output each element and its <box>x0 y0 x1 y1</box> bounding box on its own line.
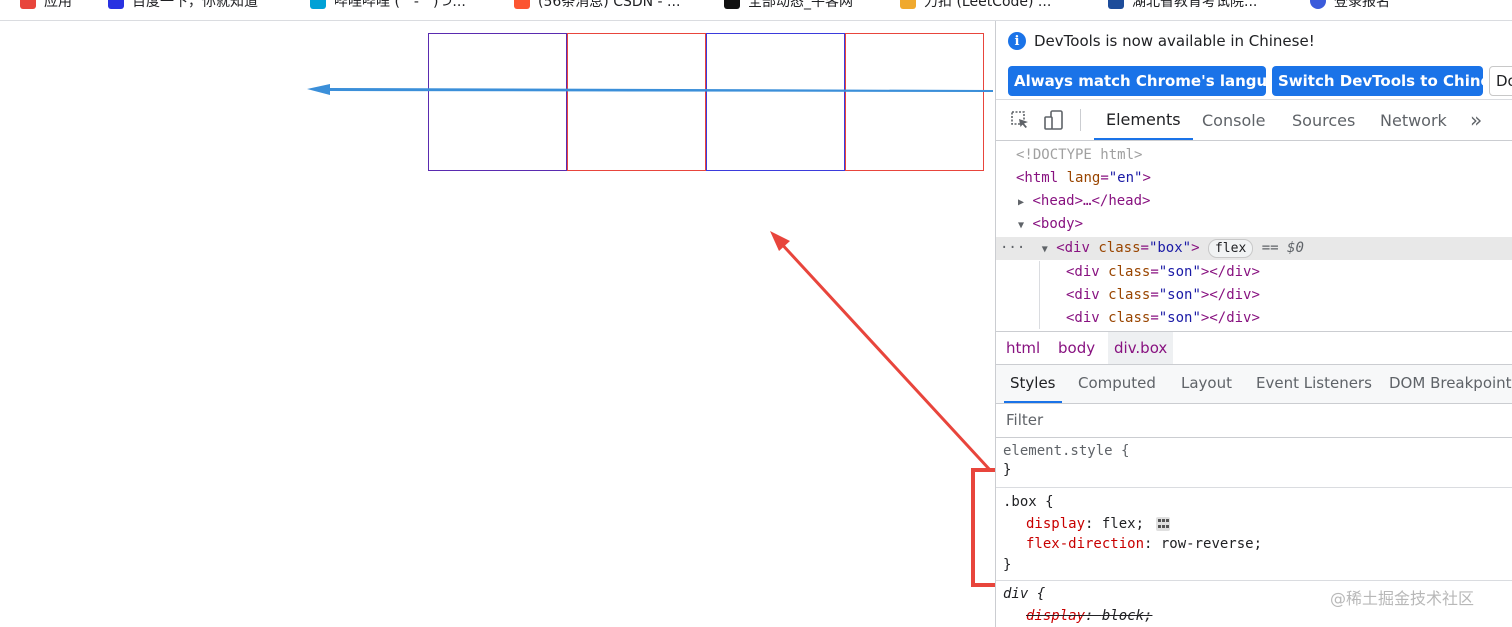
son-box-3 <box>567 33 706 171</box>
devtools-tabs: Elements Console Sources Network » <box>996 100 1512 141</box>
leetcode-icon <box>900 0 916 9</box>
csdn-icon <box>514 0 530 9</box>
bookmark-apps[interactable]: 应用 <box>20 0 72 11</box>
language-infobar: i DevTools is now available in Chinese! … <box>996 21 1512 100</box>
flex-badge[interactable]: flex <box>1207 239 1254 258</box>
info-icon: i <box>1008 32 1026 50</box>
dom-html[interactable]: <html lang="en"> <box>1016 167 1512 190</box>
tab-console[interactable]: Console <box>1202 100 1266 140</box>
nowcoder-icon <box>724 0 740 9</box>
crumb-html[interactable]: html <box>1000 332 1046 364</box>
div-rule-selector[interactable]: div { <box>1003 584 1045 604</box>
element-style-rule[interactable]: element.style { <box>1003 441 1129 461</box>
breadcrumb: html body div.box <box>996 332 1512 365</box>
dom-div-box-selected[interactable]: ··· ▼ <div class="box"> flex == $0 <box>996 237 1512 260</box>
bookmark-register[interactable]: 登录报名 <box>1310 0 1390 11</box>
flexbox-editor-icon[interactable] <box>1156 517 1171 531</box>
bookmark-csdn[interactable]: (56条消息) CSDN - ... <box>514 0 680 11</box>
watermark: @稀土掘金技术社区 <box>1330 589 1475 608</box>
crumb-div-box[interactable]: div.box <box>1108 332 1174 364</box>
bookmark-baidu[interactable]: 百度一下，你就知道 <box>108 0 258 11</box>
tab-elements[interactable]: Elements <box>1094 100 1193 140</box>
flex-box <box>428 33 984 171</box>
subtab-dom-breakpoints[interactable]: DOM Breakpoints <box>1389 365 1512 403</box>
indent-guide <box>1039 261 1040 329</box>
subtab-styles[interactable]: Styles <box>1004 365 1062 403</box>
dom-body[interactable]: ▼ <body> <box>1018 213 1512 236</box>
dom-div-son[interactable]: <div class="son"></div> <box>1066 284 1512 307</box>
bookmark-nowcoder[interactable]: 全部动态_牛客网 <box>724 0 853 11</box>
box-flex-direction-declaration[interactable]: flex-direction: row-reverse; <box>1026 534 1262 554</box>
apps-icon <box>20 0 36 9</box>
collapse-arrow-icon[interactable]: ▼ <box>1034 244 1048 255</box>
devtools-panel: i DevTools is now available in Chinese! … <box>995 21 1512 627</box>
device-toolbar-icon[interactable] <box>1044 110 1064 130</box>
box-rule-selector[interactable]: .box { <box>1003 492 1054 512</box>
son-box-1 <box>845 33 984 171</box>
expand-arrow-icon[interactable]: ▶ <box>1018 197 1024 208</box>
switch-to-chinese-button[interactable]: Switch DevTools to Chinese <box>1272 66 1510 96</box>
baidu-icon <box>108 0 124 9</box>
bookmark-bilibili[interactable]: 哔哩哔哩 (゜-゜)つ... <box>310 0 466 11</box>
styles-filter-input[interactable]: Filter <box>996 404 1512 438</box>
page-viewport <box>0 21 995 627</box>
bookmark-exam[interactable]: 湖北省教育考试院... <box>1108 0 1257 11</box>
dom-div-son[interactable]: <div class="son"></div> <box>1066 261 1512 284</box>
dont-show-again-button[interactable]: Don't show again <box>1489 66 1512 96</box>
div-display-declaration[interactable]: display: block; <box>1026 606 1152 626</box>
inspect-element-icon[interactable] <box>1010 110 1030 130</box>
exam-icon <box>1108 0 1124 9</box>
infobar-message: DevTools is now available in Chinese! <box>1034 32 1315 50</box>
toolbar-divider <box>1080 109 1081 131</box>
bookmark-leetcode[interactable]: 力扣 (LeetCode) ... <box>900 0 1051 11</box>
son-box-2 <box>706 33 845 171</box>
subtab-event-listeners[interactable]: Event Listeners <box>1256 365 1372 403</box>
styles-subtabs: Styles Computed Layout Event Listeners D… <box>996 365 1512 404</box>
dom-head[interactable]: ▶ <head>…</head> <box>1018 190 1512 213</box>
console-ref: == $0 <box>1261 240 1304 256</box>
register-icon <box>1310 0 1326 9</box>
tab-network[interactable]: Network <box>1380 100 1447 140</box>
collapse-arrow-icon[interactable]: ▼ <box>1018 220 1024 231</box>
dom-div-son[interactable]: <div class="son"></div> <box>1066 307 1512 330</box>
son-box-4 <box>428 33 567 171</box>
crumb-body[interactable]: body <box>1052 332 1101 364</box>
more-tabs-chevron-icon[interactable]: » <box>1470 100 1482 140</box>
box-display-declaration[interactable]: display: flex; <box>1026 514 1171 534</box>
more-actions-icon[interactable]: ··· <box>996 240 1025 256</box>
always-match-language-button[interactable]: Always match Chrome's language <box>1008 66 1298 96</box>
dom-doctype[interactable]: <!DOCTYPE html> <box>1016 144 1512 167</box>
subtab-computed[interactable]: Computed <box>1078 365 1156 403</box>
bookmarks-bar: 应用 百度一下，你就知道 哔哩哔哩 (゜-゜)つ... (56条消息) CSDN… <box>0 0 1512 21</box>
subtab-layout[interactable]: Layout <box>1181 365 1232 403</box>
bilibili-icon <box>310 0 326 9</box>
tab-sources[interactable]: Sources <box>1292 100 1355 140</box>
dom-tree: <!DOCTYPE html> <html lang="en"> ▶ <head… <box>996 141 1512 332</box>
